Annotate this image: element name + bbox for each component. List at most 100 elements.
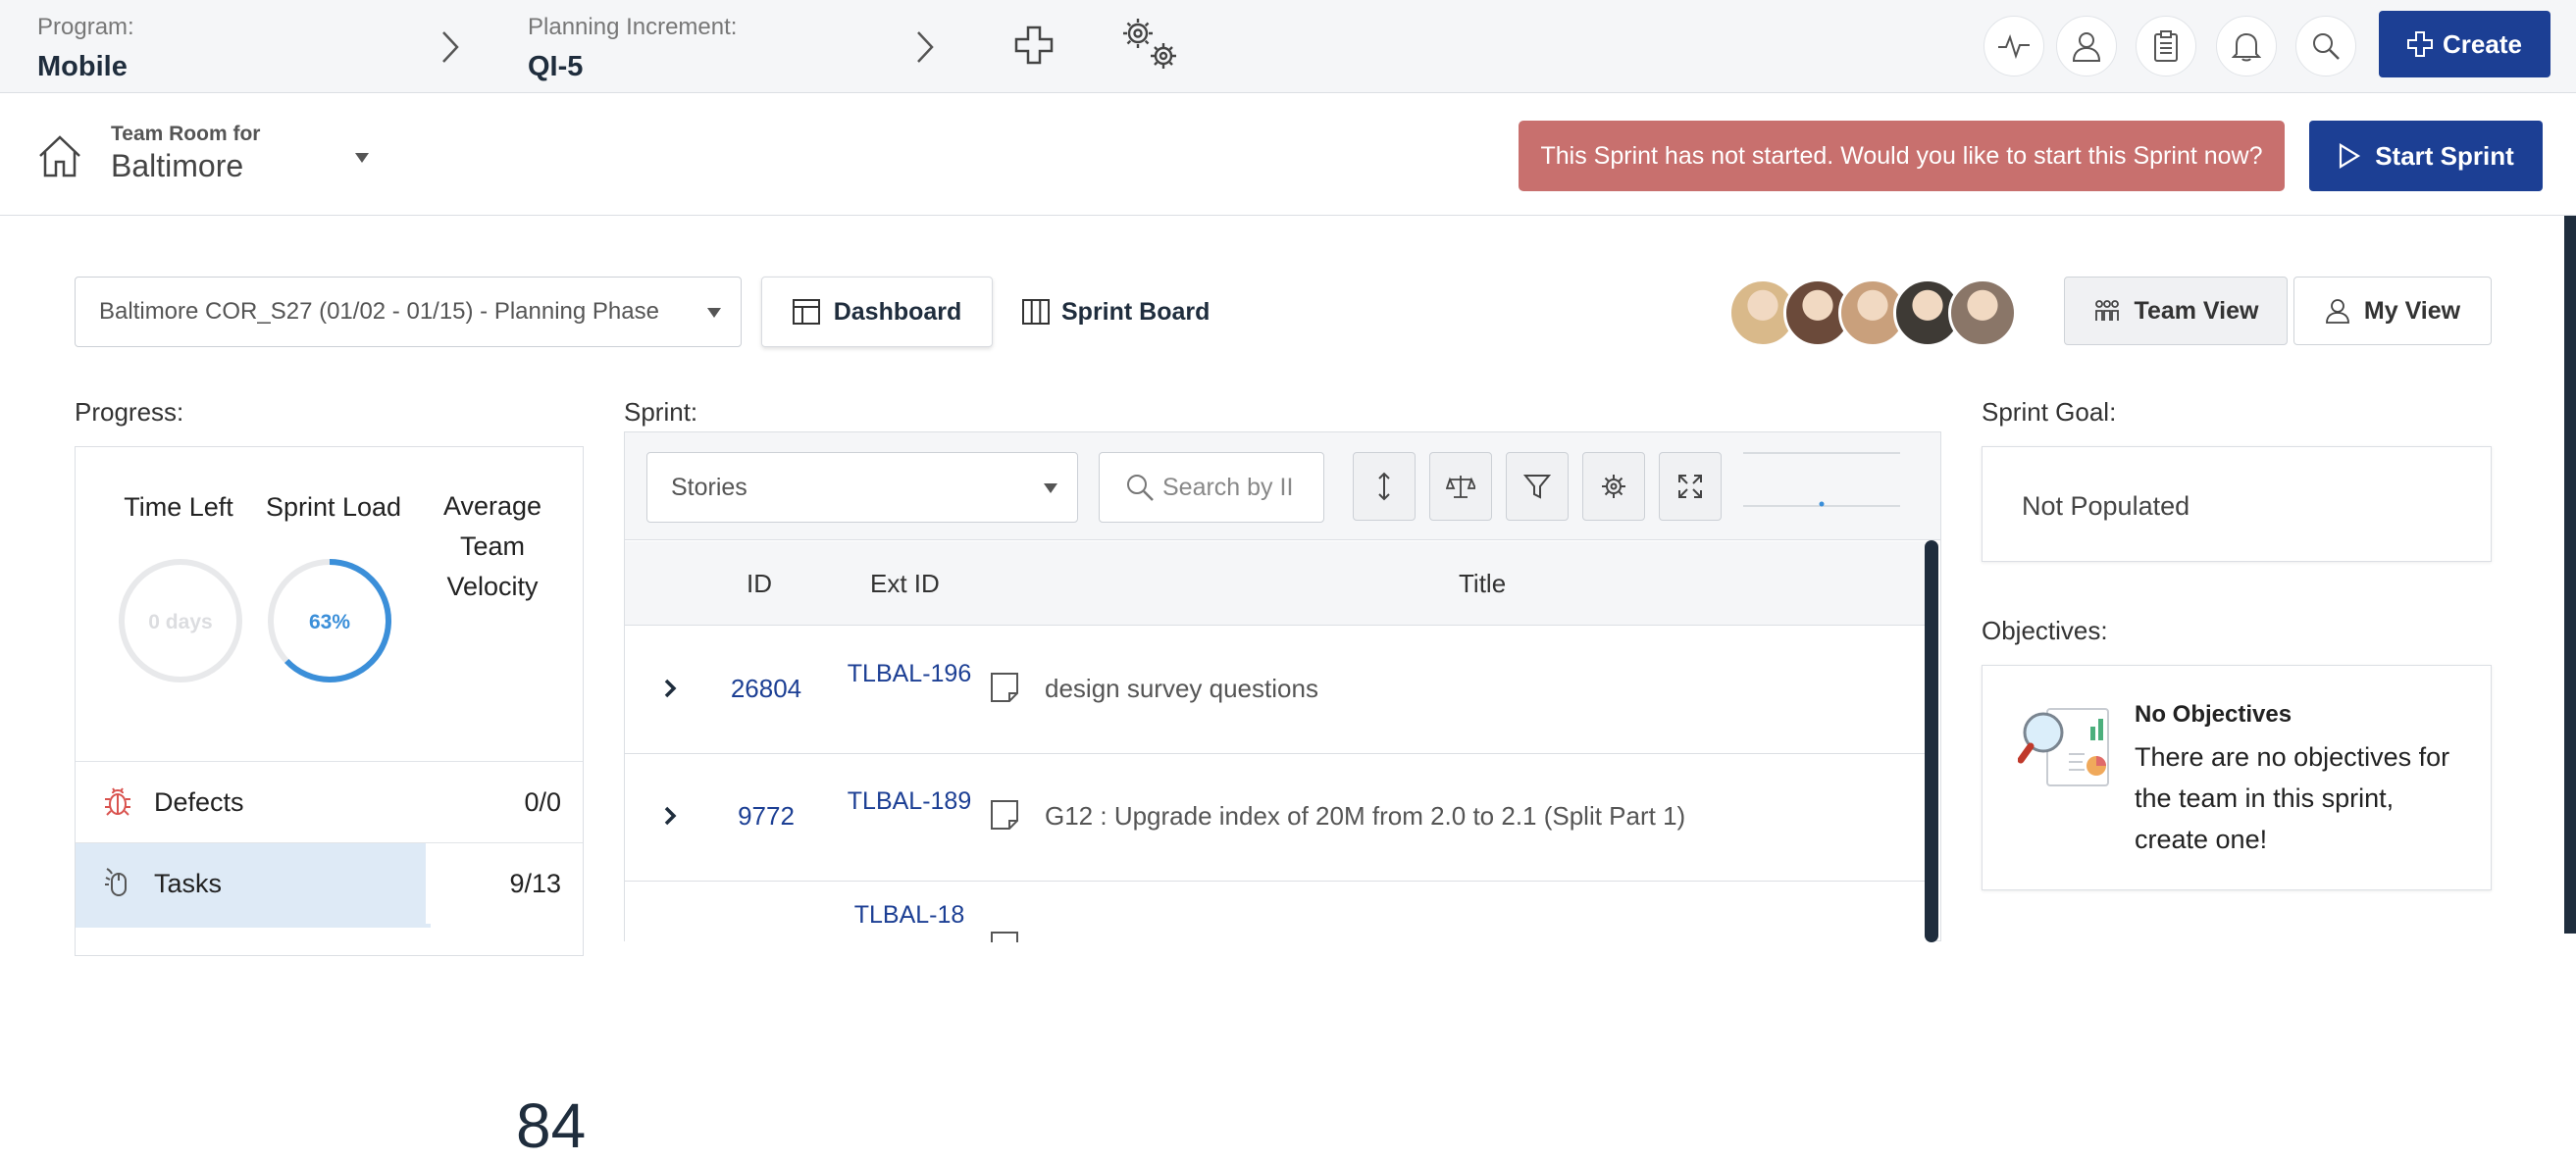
create-button[interactable]: Create xyxy=(2379,11,2550,77)
expand-button[interactable] xyxy=(1659,452,1722,521)
pi-breadcrumb[interactable]: Planning Increment: QI-5 xyxy=(528,14,737,83)
team-dropdown-caret-icon[interactable] xyxy=(355,153,369,163)
scale-icon xyxy=(1446,476,1475,498)
sprint-goal-title: Sprint Goal: xyxy=(1982,397,2117,427)
sprint-search-input[interactable]: Search by II xyxy=(1099,452,1324,523)
search-button[interactable] xyxy=(2295,16,2356,76)
top-navigation-bar: Program: Mobile Planning Increment: QI-5… xyxy=(0,0,2576,93)
table-scrollbar[interactable] xyxy=(1925,540,1938,942)
no-objectives-title: No Objectives xyxy=(2135,701,2293,728)
settings-gears-icon[interactable] xyxy=(1118,14,1183,75)
velocity-label: Average Team Velocity xyxy=(414,486,571,607)
time-left-value: 0 days xyxy=(148,611,212,633)
tasks-row[interactable]: Tasks 9/13 xyxy=(76,842,583,924)
velocity-label-line: Velocity xyxy=(446,572,539,601)
velocity-value: 84 xyxy=(516,1090,587,1161)
filter-button[interactable] xyxy=(1506,452,1569,521)
dashboard-button[interactable]: Dashboard xyxy=(761,277,993,347)
no-objectives-illustration-icon xyxy=(2018,708,2109,786)
my-view-label: My View xyxy=(2363,296,2461,325)
next-row-fill xyxy=(76,924,431,928)
sprint-load-label: Sprint Load xyxy=(265,492,402,522)
my-view-button[interactable]: My View xyxy=(2293,277,2492,345)
row-title[interactable]: G12 : Upgrade index of 20M from 2.0 to 2… xyxy=(1045,801,1685,832)
program-label: Program: xyxy=(37,14,134,40)
bell-icon xyxy=(2232,32,2261,62)
work-item-type-value: Stories xyxy=(671,473,747,501)
avatar[interactable] xyxy=(1948,278,2017,347)
user-button[interactable] xyxy=(2056,16,2117,76)
sprint-goal-value: Not Populated xyxy=(2022,491,2190,521)
tasks-mouse-icon xyxy=(105,868,127,896)
defects-label: Defects xyxy=(154,787,244,817)
add-icon[interactable] xyxy=(1014,25,1054,65)
filter-icon xyxy=(1523,475,1551,499)
row-ext-id[interactable]: TLBAL-196 xyxy=(843,654,976,693)
progress-title: Progress: xyxy=(75,397,184,427)
team-view-button[interactable]: Team View xyxy=(2064,277,2288,345)
no-objectives-description[interactable]: There are no objectives for the team in … xyxy=(2135,736,2468,860)
chevron-right-icon xyxy=(917,31,934,63)
activity-button[interactable] xyxy=(1984,16,2044,76)
balance-button[interactable] xyxy=(1429,452,1492,521)
chevron-down-icon xyxy=(1044,483,1057,493)
bug-icon xyxy=(105,787,130,816)
sprint-board-button[interactable]: Sprint Board xyxy=(1022,277,1218,347)
home-icon[interactable] xyxy=(37,134,82,177)
sprint-board-label: Sprint Board xyxy=(1061,297,1211,326)
team-room-label: Team Room for xyxy=(111,123,261,145)
sprint-panel: Stories Search by II ID Ext ID Title 268… xyxy=(624,431,1941,942)
table-header: ID Ext ID Title xyxy=(625,541,1930,626)
row-id[interactable]: 9772 xyxy=(698,801,834,832)
expand-row-icon[interactable] xyxy=(662,805,678,827)
row-title[interactable]: design survey questions xyxy=(1045,674,1318,704)
work-item-type-select[interactable]: Stories xyxy=(646,452,1078,523)
row-id[interactable]: 26804 xyxy=(698,674,834,704)
time-left-label: Time Left xyxy=(124,492,233,522)
sort-vertical-icon xyxy=(1378,472,1390,501)
story-note-icon xyxy=(991,932,1018,942)
column-header-id[interactable]: ID xyxy=(747,569,772,599)
start-sprint-label: Start Sprint xyxy=(2375,140,2514,171)
search-icon xyxy=(2313,33,2340,60)
program-value: Mobile xyxy=(37,51,128,82)
tasks-label: Tasks xyxy=(154,869,223,898)
search-icon xyxy=(1127,475,1154,501)
sort-button[interactable] xyxy=(1353,452,1416,521)
start-sprint-button[interactable]: Start Sprint xyxy=(2309,121,2543,191)
column-header-ext-id[interactable]: Ext ID xyxy=(870,569,940,599)
table-row[interactable]: 26804 TLBAL-196 design survey questions xyxy=(625,627,1930,754)
objectives-box: No Objectives There are no objectives fo… xyxy=(1982,665,2492,890)
row-ext-id[interactable]: TLBAL-18 xyxy=(843,895,976,935)
gear-icon xyxy=(1602,475,1625,498)
defects-row[interactable]: Defects 0/0 xyxy=(76,761,583,842)
row-ext-id[interactable]: TLBAL-189 xyxy=(843,782,976,821)
table-settings-button[interactable] xyxy=(1582,452,1645,521)
sprint-toolbar: Stories Search by II xyxy=(625,432,1940,540)
dashboard-icon xyxy=(792,299,820,325)
search-placeholder: Search by II xyxy=(1162,473,1294,501)
page-scrollbar[interactable] xyxy=(2564,216,2576,934)
team-room-value[interactable]: Baltimore xyxy=(111,148,243,184)
expand-row-icon[interactable] xyxy=(662,678,678,699)
progress-panel: Time Left Sprint Load Average Team Veloc… xyxy=(75,446,586,1161)
sprint-goal-box[interactable]: Not Populated xyxy=(1982,446,2492,562)
table-row[interactable]: 9772 TLBAL-189 G12 : Upgrade index of 20… xyxy=(625,754,1930,882)
plus-icon xyxy=(2407,31,2434,57)
sprint-select[interactable]: Baltimore COR_S27 (01/02 - 01/15) - Plan… xyxy=(75,277,742,347)
user-icon xyxy=(2072,32,2101,62)
column-header-title[interactable]: Title xyxy=(1459,569,1506,599)
pi-value: QI-5 xyxy=(528,51,584,82)
sprint-select-value: Baltimore COR_S27 (01/02 - 01/15) - Plan… xyxy=(99,298,659,325)
sprint-not-started-alert[interactable]: This Sprint has not started. Would you l… xyxy=(1519,121,2285,191)
chevron-right-icon xyxy=(442,31,459,63)
sprint-title: Sprint: xyxy=(624,397,698,427)
sprint-load-ring: 63% xyxy=(268,559,391,682)
program-breadcrumb[interactable]: Program: Mobile xyxy=(37,14,134,83)
create-label: Create xyxy=(2443,28,2522,59)
notifications-button[interactable] xyxy=(2216,16,2277,76)
expand-icon xyxy=(1678,475,1702,498)
clipboard-button[interactable] xyxy=(2136,16,2196,76)
tasks-value: 9/13 xyxy=(509,869,561,898)
chevron-down-icon xyxy=(707,308,721,318)
